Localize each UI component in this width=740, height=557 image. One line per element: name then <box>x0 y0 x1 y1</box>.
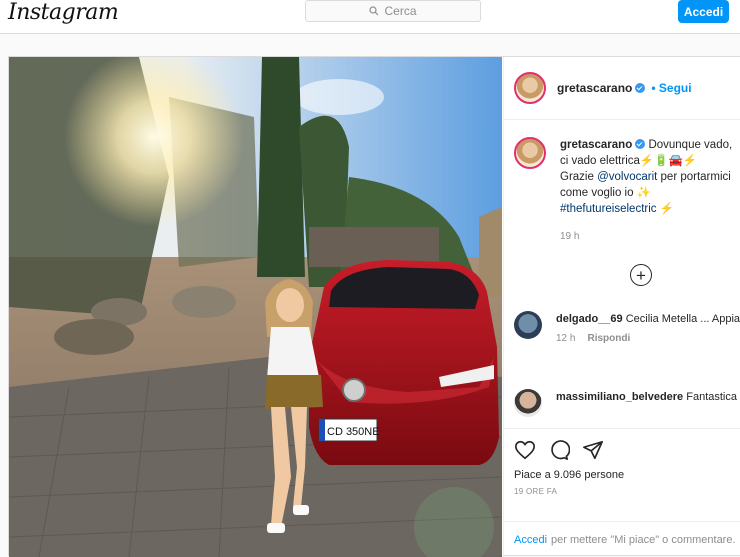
follow-button[interactable]: • Segui <box>651 81 691 95</box>
comment-text: Fantastica Fo e l'Appia Antica. <box>686 391 740 403</box>
post-actions: Piace a 9.096 persone 19 ORE FA <box>504 428 740 496</box>
author-name: gretascarano <box>557 81 633 95</box>
commenter-avatar[interactable] <box>514 311 542 339</box>
comment-time: 12 h <box>556 333 576 344</box>
comment-text: Cecilia Metella ... Appia antica 👏👏👏 <box>625 313 740 325</box>
commenter-avatar[interactable] <box>514 389 542 417</box>
instagram-logo[interactable]: Instagram <box>8 0 119 25</box>
search-placeholder: Cerca <box>384 4 417 18</box>
likes-count[interactable]: Piace a 9.096 persone <box>514 469 732 481</box>
login-button[interactable]: Accedi <box>678 0 729 23</box>
comment-username[interactable]: massimiliano_belvedere <box>556 391 683 403</box>
top-bar: Instagram Cerca Accedi <box>0 0 740 34</box>
load-more-comments-icon[interactable]: + <box>630 264 652 286</box>
post-header: gretascarano • Segui <box>504 57 740 120</box>
action-icons <box>514 439 732 461</box>
comment-item: massimiliano_belvedere Fantastica Fo e l… <box>514 389 740 417</box>
caption-avatar[interactable] <box>514 137 546 169</box>
login-link[interactable]: Accedi <box>514 534 547 546</box>
comment-meta: 12 h Rispondi <box>556 333 740 344</box>
comment-item: delgado__69 Cecilia Metella ... Appia an… <box>514 311 740 344</box>
post-caption: gretascarano Dovunque vado, ci vado elet… <box>514 137 740 245</box>
search-icon <box>369 6 379 16</box>
search-box[interactable]: Cerca <box>305 0 481 22</box>
like-heart-icon[interactable] <box>514 439 536 461</box>
login-prompt-text: per mettere "Mi piace" o commentare. <box>551 533 736 546</box>
post-sidebar: gretascarano • Segui gretascarano Dovunq… <box>503 57 740 557</box>
follow-label: Segui <box>658 81 692 95</box>
author-avatar[interactable] <box>514 72 546 104</box>
caption-time: 19 h <box>560 231 580 242</box>
caption-username[interactable]: gretascarano <box>560 139 632 151</box>
verified-badge-icon <box>635 83 646 93</box>
share-icon[interactable] <box>582 439 604 461</box>
author-username[interactable]: gretascarano <box>557 81 646 95</box>
reply-button[interactable]: Rispondi <box>587 333 630 344</box>
hashtag-link[interactable]: #thefutureiselectric <box>560 203 657 215</box>
post-photo[interactable]: CD 350NE <box>9 57 502 557</box>
mention-link[interactable]: @volvocarit <box>597 171 657 183</box>
post-image: CD 350NE <box>9 57 502 557</box>
comment-bubble-icon[interactable] <box>548 439 571 461</box>
license-plate: CD 350NE <box>327 426 380 438</box>
verified-badge-icon <box>635 139 646 149</box>
post-timestamp: 19 ORE FA <box>514 487 558 496</box>
caption-hashtag-tail: ⚡️ <box>659 203 675 215</box>
post-card: CD 350NE gretascarano • Segui gretascara… <box>8 56 740 557</box>
comment-username[interactable]: delgado__69 <box>556 313 623 325</box>
caption-thanks: Grazie <box>560 171 594 183</box>
login-prompt: Accedi per mettere "Mi piace" o commenta… <box>504 521 740 557</box>
